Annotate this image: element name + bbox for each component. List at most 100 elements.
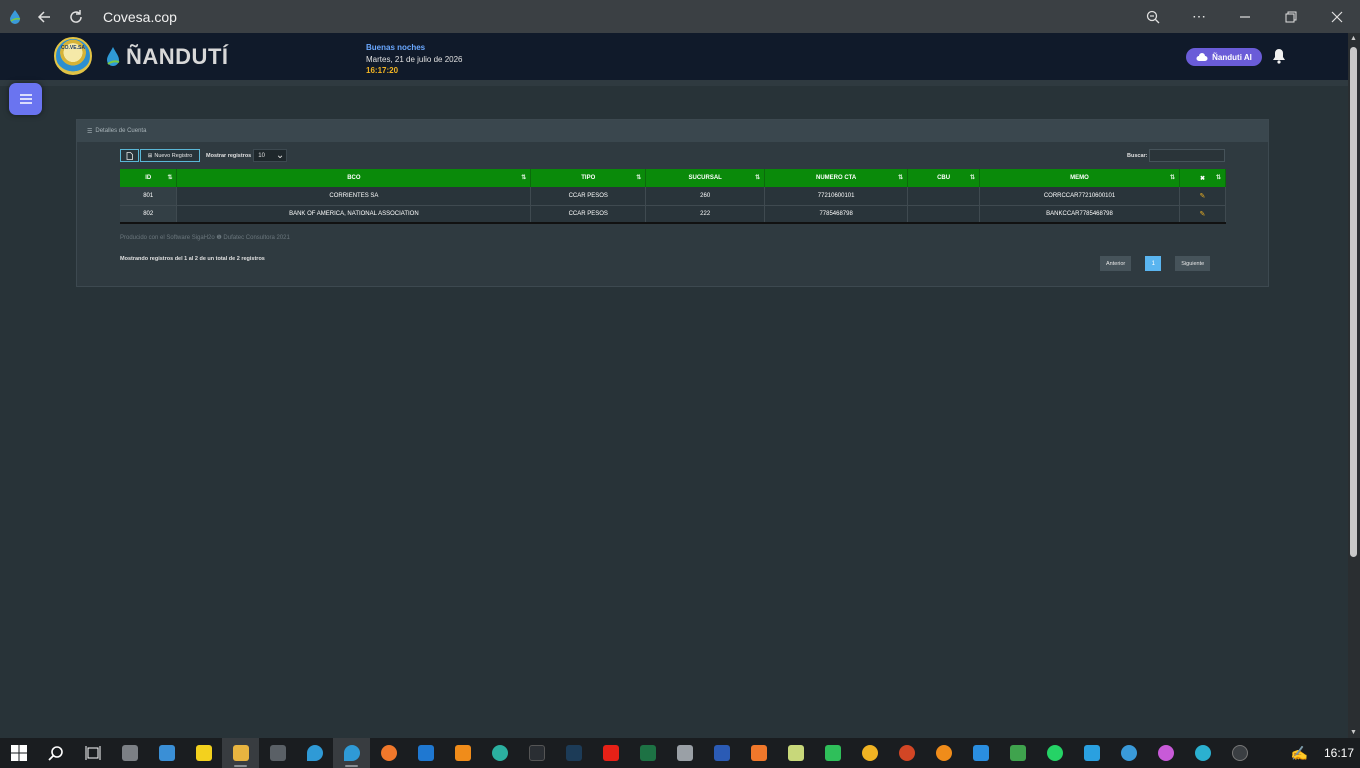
shapes-app-icon[interactable] xyxy=(444,738,481,768)
new-record-button[interactable]: ⊞ Nuevo Registro xyxy=(140,149,200,162)
sticky-notes-icon[interactable] xyxy=(185,738,222,768)
date-text: Martes, 21 de julio de 2026 xyxy=(366,54,463,64)
edit-cell: ✎ xyxy=(1179,187,1227,206)
powerpoint-icon[interactable] xyxy=(888,738,925,768)
word-icon[interactable] xyxy=(703,738,740,768)
terminal-icon[interactable] xyxy=(518,738,555,768)
tools-icon: ✖ xyxy=(1199,175,1205,182)
search-label: Buscar: xyxy=(1127,153,1148,159)
col-actions[interactable]: ✖ ⇅ xyxy=(1179,169,1227,187)
hamburger-menu-button[interactable] xyxy=(9,83,42,115)
lightning-app-icon[interactable] xyxy=(814,738,851,768)
page-size-select[interactable]: 10 ⌄ xyxy=(253,149,288,162)
greeting-text: Buenas noches xyxy=(366,43,426,52)
cell-tipo: CCAR PESOS xyxy=(530,205,647,224)
windows-taskbar: ✍ 16:17 xyxy=(0,738,1360,768)
chrome-icon[interactable] xyxy=(1110,738,1147,768)
windows-start-icon[interactable] xyxy=(0,738,37,768)
account-details-panel: ☰ Detalles de Cuenta ⊞ Nuevo Registro Mo… xyxy=(76,119,1269,287)
brand-name: ÑANDUTÍ xyxy=(126,44,229,69)
edge-dev-icon[interactable] xyxy=(1184,738,1221,768)
cell-memo: BANKCCAR7785468798 xyxy=(979,205,1180,224)
table-row: 801 CORRIENTES SA CCAR PESOS 260 7721060… xyxy=(120,187,1227,206)
col-sucursal-label: SUCURSAL xyxy=(688,175,722,181)
calculator-icon[interactable] xyxy=(259,738,296,768)
pagination: Anterior 1 Siguiente xyxy=(1100,256,1211,271)
remote-desktop-icon[interactable] xyxy=(148,738,185,768)
page-1-button[interactable]: 1 xyxy=(1145,256,1162,271)
bear-app-icon[interactable] xyxy=(851,738,888,768)
excel-icon[interactable] xyxy=(629,738,666,768)
edge-icon[interactable] xyxy=(481,738,518,768)
obs-icon[interactable] xyxy=(1221,738,1258,768)
col-sucursal[interactable]: SUCURSAL ⇅ xyxy=(645,169,766,187)
export-button[interactable] xyxy=(120,149,139,162)
header-divider xyxy=(0,80,1348,86)
taskbar-clock[interactable]: 16:17 xyxy=(1324,746,1354,760)
more-icon[interactable]: ⋯ xyxy=(1176,0,1222,33)
snip-tool-icon[interactable] xyxy=(1073,738,1110,768)
next-page-button[interactable]: Siguiente xyxy=(1175,256,1211,271)
pen-icon[interactable]: ✍ xyxy=(1291,745,1308,762)
table-toolbar: ⊞ Nuevo Registro Mostrar registros 10 ⌄ xyxy=(120,149,288,162)
youtube-icon[interactable] xyxy=(592,738,629,768)
col-cbu[interactable]: CBU ⇅ xyxy=(907,169,981,187)
app-dark-icon[interactable] xyxy=(555,738,592,768)
col-bco-label: BCO xyxy=(347,175,361,181)
file-explorer-icon[interactable] xyxy=(111,738,148,768)
col-tipo[interactable]: TIPO ⇅ xyxy=(530,169,647,187)
col-numero-cta-label: NUMERO CTA xyxy=(816,175,857,181)
previous-page-button[interactable]: Anterior xyxy=(1100,256,1132,271)
col-cbu-label: CBU xyxy=(937,175,951,181)
edit-icon[interactable]: ✎ xyxy=(1200,193,1206,200)
close-icon[interactable] xyxy=(1314,0,1360,33)
scrollbar-thumb[interactable] xyxy=(1350,47,1357,557)
orange-app-icon[interactable] xyxy=(740,738,777,768)
task-view-icon[interactable] xyxy=(74,738,111,768)
notepad-icon[interactable] xyxy=(777,738,814,768)
system-tray: ✍ 16:17 xyxy=(1291,738,1360,768)
scroll-up-icon[interactable]: ▲ xyxy=(1350,35,1357,42)
back-icon[interactable] xyxy=(33,6,55,28)
list-icon: ☰ xyxy=(87,128,93,135)
accounts-table: ID ⇅ BCO ⇅ TIPO ⇅ SUCURSAL ⇅ NUMERO CTA ⇅ CBU… xyxy=(120,169,1227,224)
edit-icon[interactable]: ✎ xyxy=(1200,211,1206,218)
green-app-icon[interactable] xyxy=(999,738,1036,768)
logo-text: CO.VE.SA xyxy=(61,45,85,51)
col-id[interactable]: ID ⇅ xyxy=(120,169,178,187)
scroll-down-icon[interactable]: ▼ xyxy=(1350,729,1357,736)
table-header-row: ID ⇅ BCO ⇅ TIPO ⇅ SUCURSAL ⇅ NUMERO CTA ⇅ CBU… xyxy=(120,169,1227,187)
whatsapp-icon[interactable] xyxy=(1036,738,1073,768)
site-favicon-icon xyxy=(10,9,21,24)
folder-icon[interactable] xyxy=(222,738,259,768)
zoom-icon[interactable] xyxy=(1130,0,1176,33)
cell-bco: BANK OF AMERICA, NATIONAL ASSOCIATION xyxy=(176,205,532,224)
sort-icon: ⇅ xyxy=(755,175,761,181)
search-icon[interactable] xyxy=(37,738,74,768)
refresh-icon[interactable] xyxy=(65,6,87,28)
cloud-icon xyxy=(1196,52,1208,61)
search-input[interactable] xyxy=(1149,149,1225,162)
outlook-icon[interactable] xyxy=(407,738,444,768)
col-bco[interactable]: BCO ⇅ xyxy=(176,169,532,187)
edge-app-nanduti-icon[interactable] xyxy=(333,738,370,768)
file-icon xyxy=(126,151,133,160)
colorful-app-icon[interactable] xyxy=(1147,738,1184,768)
vscode-icon[interactable] xyxy=(962,738,999,768)
bell-icon[interactable] xyxy=(1272,48,1286,64)
app-header: CO.VE.SA ÑANDUTÍ Buenas noches Martes, 2… xyxy=(0,33,1348,80)
image-viewer-icon[interactable] xyxy=(925,738,962,768)
page-scrollbar[interactable]: ▲ ▼ xyxy=(1348,33,1360,738)
col-memo[interactable]: MEMO ⇅ xyxy=(979,169,1180,187)
cell-sucursal: 222 xyxy=(645,205,766,224)
nanduti-app-icon[interactable] xyxy=(296,738,333,768)
col-numero-cta[interactable]: NUMERO CTA ⇅ xyxy=(764,169,909,187)
firefox-icon[interactable] xyxy=(370,738,407,768)
nanduti-ai-button[interactable]: Ñanduti AI xyxy=(1186,48,1262,66)
network-icon[interactable] xyxy=(666,738,703,768)
plus-square-icon: ⊞ xyxy=(147,152,153,159)
minimize-icon[interactable] xyxy=(1222,0,1268,33)
sort-icon: ⇅ xyxy=(521,175,527,181)
browser-titlebar: Covesa.cop ⋯ xyxy=(0,0,1360,33)
restore-icon[interactable] xyxy=(1268,0,1314,33)
